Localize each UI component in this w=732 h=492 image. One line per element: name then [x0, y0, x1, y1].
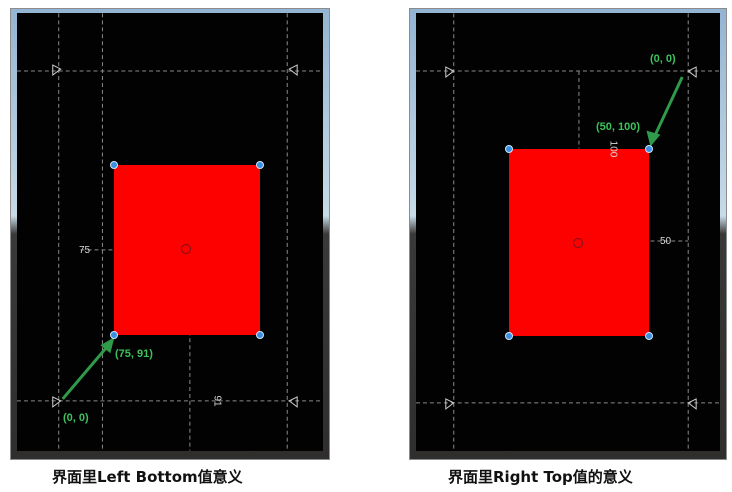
anchor-marker-bottom-left [445, 398, 455, 410]
game-canvas-right: 50 100 (50, 100) (0, 0) [416, 13, 720, 451]
caption-right: 界面里Right Top值的意义 [448, 468, 633, 486]
handle-bottom-right[interactable] [256, 331, 264, 339]
anchor-marker-bottom-left [52, 396, 62, 408]
origin-label: (0, 0) [650, 53, 676, 65]
corner-coordinate-label: (75, 91) [115, 348, 153, 360]
handle-top-left[interactable] [505, 145, 513, 153]
anchor-marker-bottom-right [288, 396, 298, 408]
anchor-marker-top-right [288, 64, 298, 77]
game-canvas-left: 75 91 (75, 91) (0, 0) [17, 13, 323, 451]
handle-bottom-right[interactable] [645, 332, 653, 340]
handle-top-right[interactable] [256, 161, 264, 169]
anchor-marker-top-right [687, 66, 697, 79]
anchor-marker-top-left [445, 66, 455, 79]
arrow-right [646, 76, 684, 147]
corner-coordinate-label: (50, 100) [596, 121, 641, 133]
anchor-marker-bottom-right [687, 398, 697, 410]
bottom-offset-label: 91 [211, 395, 223, 407]
origin-label: (0, 0) [63, 412, 89, 424]
handle-bottom-left[interactable] [505, 332, 513, 340]
handle-bottom-left[interactable] [110, 331, 118, 339]
caption-left: 界面里Left Bottom值意义 [52, 468, 243, 486]
anchor-marker-top-left [52, 64, 62, 77]
scene-view-left: 75 91 (75, 91) (0, 0) [10, 8, 330, 460]
pivot-marker-left[interactable] [181, 244, 191, 254]
scene-view-right: 50 100 (50, 100) (0, 0) [409, 8, 727, 460]
left-offset-label: 75 [79, 245, 91, 256]
top-offset-label: 100 [607, 140, 619, 158]
right-offset-label: 50 [660, 236, 672, 247]
handle-top-right[interactable] [645, 145, 653, 153]
handle-top-left[interactable] [110, 161, 118, 169]
arrow-left [61, 337, 115, 400]
pivot-marker-right[interactable] [573, 238, 583, 248]
